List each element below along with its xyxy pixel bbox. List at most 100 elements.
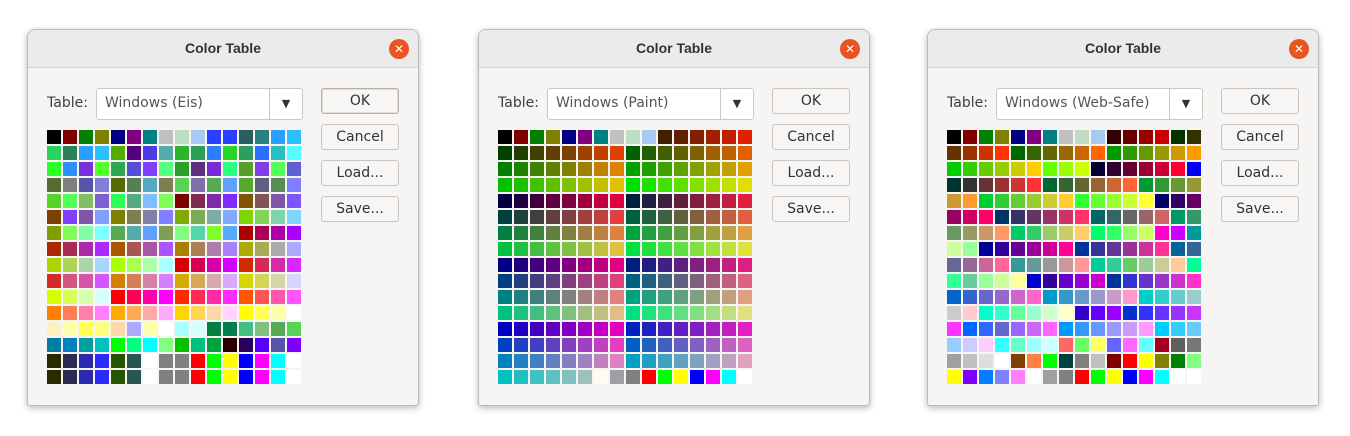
color-swatch[interactable] (546, 338, 560, 352)
color-swatch[interactable] (1107, 258, 1121, 272)
color-swatch[interactable] (79, 194, 93, 208)
color-swatch[interactable] (79, 226, 93, 240)
color-swatch[interactable] (626, 322, 640, 336)
color-swatch[interactable] (530, 178, 544, 192)
ok-button[interactable]: OK (1221, 88, 1299, 114)
color-swatch[interactable] (963, 162, 977, 176)
color-swatch[interactable] (1091, 370, 1105, 384)
color-swatch[interactable] (255, 130, 269, 144)
color-swatch[interactable] (947, 162, 961, 176)
color-swatch[interactable] (642, 194, 656, 208)
color-swatch[interactable] (947, 338, 961, 352)
color-swatch[interactable] (127, 242, 141, 256)
color-swatch[interactable] (498, 370, 512, 384)
color-swatch[interactable] (947, 242, 961, 256)
color-swatch[interactable] (1075, 354, 1089, 368)
color-swatch[interactable] (111, 370, 125, 384)
color-swatch[interactable] (1123, 322, 1137, 336)
load-button[interactable]: Load... (1221, 160, 1299, 186)
color-swatch[interactable] (610, 226, 624, 240)
color-swatch[interactable] (738, 290, 752, 304)
color-swatch[interactable] (658, 178, 672, 192)
color-swatch[interactable] (498, 274, 512, 288)
color-swatch[interactable] (159, 146, 173, 160)
color-swatch[interactable] (706, 162, 720, 176)
color-swatch[interactable] (111, 226, 125, 240)
color-swatch[interactable] (159, 338, 173, 352)
color-swatch[interactable] (111, 306, 125, 320)
color-swatch[interactable] (271, 178, 285, 192)
color-swatch[interactable] (738, 162, 752, 176)
color-swatch[interactable] (642, 226, 656, 240)
color-swatch[interactable] (271, 370, 285, 384)
color-swatch[interactable] (1107, 210, 1121, 224)
color-swatch[interactable] (207, 130, 221, 144)
color-swatch[interactable] (610, 242, 624, 256)
color-swatch[interactable] (530, 162, 544, 176)
color-swatch[interactable] (626, 274, 640, 288)
color-swatch[interactable] (95, 242, 109, 256)
ok-button[interactable]: OK (772, 88, 850, 114)
color-swatch[interactable] (706, 210, 720, 224)
color-swatch[interactable] (95, 274, 109, 288)
color-swatch[interactable] (239, 338, 253, 352)
color-swatch[interactable] (1171, 258, 1185, 272)
color-swatch[interactable] (979, 306, 993, 320)
color-swatch[interactable] (95, 322, 109, 336)
color-swatch[interactable] (514, 258, 528, 272)
color-swatch[interactable] (690, 210, 704, 224)
color-swatch[interactable] (530, 354, 544, 368)
color-swatch[interactable] (1059, 178, 1073, 192)
color-swatch[interactable] (1043, 290, 1057, 304)
color-swatch[interactable] (995, 274, 1009, 288)
color-swatch[interactable] (1139, 258, 1153, 272)
color-swatch[interactable] (1043, 210, 1057, 224)
color-swatch[interactable] (1075, 338, 1089, 352)
table-select[interactable]: Windows (Paint) ▼ (547, 88, 754, 120)
color-swatch[interactable] (610, 338, 624, 352)
color-swatch[interactable] (1187, 130, 1201, 144)
color-swatch[interactable] (191, 274, 205, 288)
color-swatch[interactable] (111, 322, 125, 336)
color-swatch[interactable] (578, 162, 592, 176)
color-swatch[interactable] (271, 274, 285, 288)
color-swatch[interactable] (642, 354, 656, 368)
color-swatch[interactable] (239, 274, 253, 288)
color-swatch[interactable] (562, 194, 576, 208)
color-swatch[interactable] (1187, 146, 1201, 160)
color-swatch[interactable] (1027, 370, 1041, 384)
color-swatch[interactable] (738, 258, 752, 272)
color-swatch[interactable] (271, 146, 285, 160)
color-swatch[interactable] (159, 226, 173, 240)
color-swatch[interactable] (1027, 338, 1041, 352)
color-swatch[interactable] (947, 274, 961, 288)
color-swatch[interactable] (947, 258, 961, 272)
color-swatch[interactable] (658, 322, 672, 336)
color-swatch[interactable] (191, 226, 205, 240)
color-swatch[interactable] (95, 354, 109, 368)
color-swatch[interactable] (271, 194, 285, 208)
color-swatch[interactable] (514, 162, 528, 176)
color-swatch[interactable] (127, 290, 141, 304)
color-swatch[interactable] (738, 370, 752, 384)
color-swatch[interactable] (706, 242, 720, 256)
color-swatch[interactable] (207, 146, 221, 160)
color-swatch[interactable] (530, 322, 544, 336)
color-swatch[interactable] (47, 162, 61, 176)
color-swatch[interactable] (271, 226, 285, 240)
color-swatch[interactable] (546, 146, 560, 160)
color-swatch[interactable] (706, 274, 720, 288)
color-swatch[interactable] (658, 226, 672, 240)
color-swatch[interactable] (674, 370, 688, 384)
color-swatch[interactable] (530, 130, 544, 144)
color-swatch[interactable] (979, 258, 993, 272)
color-swatch[interactable] (47, 242, 61, 256)
color-swatch[interactable] (63, 290, 77, 304)
color-swatch[interactable] (514, 306, 528, 320)
color-swatch[interactable] (1091, 178, 1105, 192)
color-swatch[interactable] (207, 226, 221, 240)
color-swatch[interactable] (1059, 146, 1073, 160)
color-swatch[interactable] (1059, 210, 1073, 224)
color-swatch[interactable] (159, 370, 173, 384)
color-swatch[interactable] (1075, 194, 1089, 208)
